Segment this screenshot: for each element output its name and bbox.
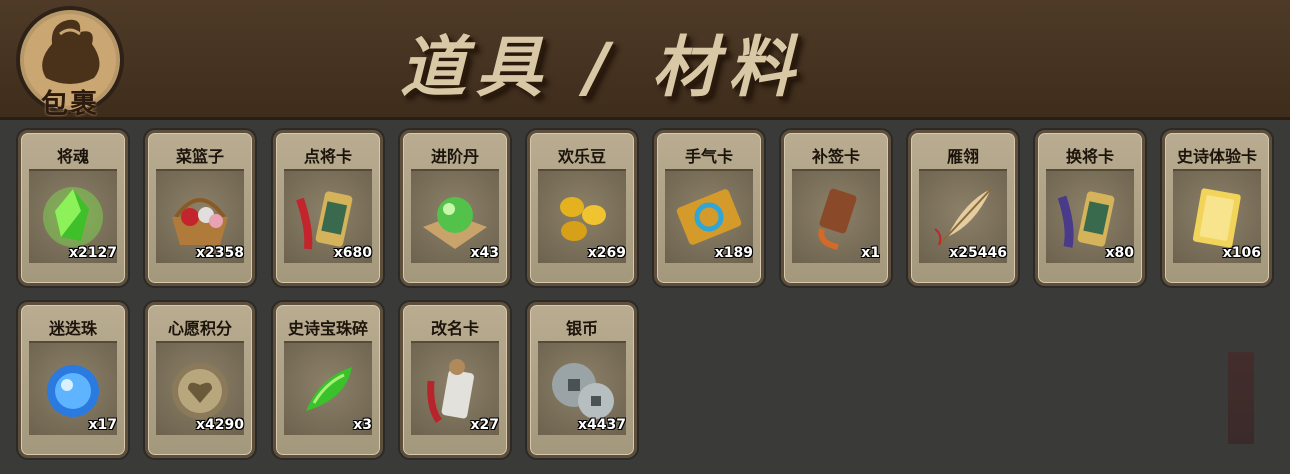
item-name: 进阶丹 — [430, 147, 479, 166]
item-name: 史诗体验卡 — [1176, 147, 1257, 166]
item-name: 点将卡 — [303, 147, 352, 166]
item-card[interactable]: 进阶丹 x43 — [400, 130, 510, 286]
green-shard-icon — [290, 351, 366, 427]
item-card[interactable]: 手气卡 x189 — [654, 130, 764, 286]
item-count: x269 — [587, 245, 626, 261]
item-count: x4290 — [196, 417, 244, 433]
item-count: x3 — [353, 417, 372, 433]
item-count: x106 — [1222, 245, 1261, 261]
item-card[interactable]: 补签卡 x1 — [781, 130, 891, 286]
item-count: x1 — [861, 245, 880, 261]
item-name: 银币 — [565, 319, 598, 338]
gold-card-icon — [1179, 179, 1255, 255]
item-name: 心愿积分 — [167, 319, 232, 338]
item-card[interactable]: 换将卡 x80 — [1035, 130, 1145, 286]
item-count: x4437 — [578, 417, 626, 433]
item-count: x2358 — [196, 245, 244, 261]
rename-token-icon — [417, 351, 493, 427]
heart-coin-icon — [162, 351, 238, 427]
blue-orb-icon — [35, 351, 111, 427]
item-name: 手气卡 — [684, 147, 733, 166]
item-name: 将魂 — [56, 147, 89, 166]
item-name: 改名卡 — [430, 319, 479, 338]
feather-icon — [925, 179, 1001, 255]
signature-tag-icon — [798, 179, 874, 255]
item-card[interactable]: 雁翎 x25446 — [908, 130, 1018, 286]
gold-beans-icon — [544, 179, 620, 255]
item-name: 迷迭珠 — [48, 319, 97, 338]
item-count: x680 — [333, 245, 372, 261]
item-name: 雁翎 — [946, 147, 979, 166]
item-count: x25446 — [949, 245, 1007, 261]
edge-decoration — [1228, 352, 1254, 444]
item-card[interactable]: 点将卡 x680 — [273, 130, 383, 286]
item-count: x43 — [470, 245, 499, 261]
item-card[interactable]: 史诗体验卡 x106 — [1162, 130, 1272, 286]
item-card[interactable]: 欢乐豆 x269 — [527, 130, 637, 286]
green-orb-icon — [417, 179, 493, 255]
general-token-icon — [290, 179, 366, 255]
item-card[interactable]: 迷迭珠 x17 — [18, 302, 128, 458]
item-card[interactable]: 心愿积分 x4290 — [145, 302, 255, 458]
item-name: 史诗宝珠碎 — [287, 319, 368, 338]
item-card[interactable]: 银币 x4437 — [527, 302, 637, 458]
item-count: x189 — [714, 245, 753, 261]
item-card[interactable]: 改名卡 x27 — [400, 302, 510, 458]
item-count: x2127 — [69, 245, 117, 261]
item-name: 菜篮子 — [175, 147, 224, 166]
item-card[interactable]: 史诗宝珠碎 x3 — [273, 302, 383, 458]
swap-token-icon — [1052, 179, 1128, 255]
item-count: x27 — [470, 417, 499, 433]
item-card[interactable]: 将魂 x2127 — [18, 130, 128, 286]
item-name: 换将卡 — [1065, 147, 1114, 166]
refresh-card-icon — [671, 179, 747, 255]
item-count: x80 — [1105, 245, 1134, 261]
item-card[interactable]: 菜篮子 x2358 — [145, 130, 255, 286]
green-crystal-icon — [35, 179, 111, 255]
item-grid: 将魂 x2127 菜篮子 x2358 点将卡 x680 进阶丹 x43 欢乐豆 … — [0, 0, 1290, 474]
item-count: x17 — [88, 417, 117, 433]
flower-basket-icon — [162, 179, 238, 255]
item-name: 补签卡 — [811, 147, 860, 166]
silver-coins-icon — [544, 351, 620, 427]
item-name: 欢乐豆 — [557, 147, 606, 166]
